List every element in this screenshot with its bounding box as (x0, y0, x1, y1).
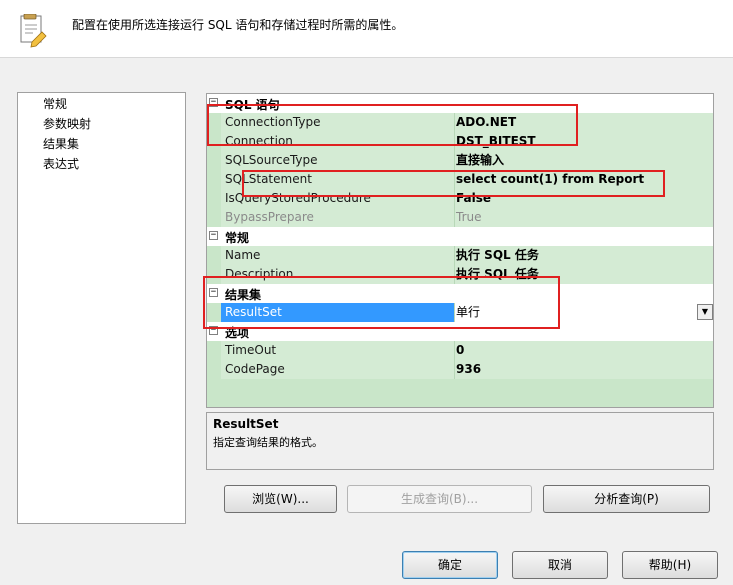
category-options[interactable]: − 选项 (207, 322, 713, 341)
property-name: Name (221, 246, 454, 265)
nav-item-general[interactable]: 常规 (43, 96, 67, 112)
property-name: SQLSourceType (221, 151, 454, 170)
category-general[interactable]: − 常规 (207, 227, 713, 246)
collapse-icon[interactable]: − (209, 326, 218, 335)
property-name: IsQueryStoredProcedure (221, 189, 454, 208)
nav-item-expressions[interactable]: 表达式 (43, 156, 79, 172)
chevron-down-icon[interactable]: ▼ (697, 304, 713, 320)
property-value[interactable]: DST_BITEST (455, 132, 713, 151)
property-name: Description (221, 265, 454, 284)
property-name: ConnectionType (221, 113, 454, 132)
collapse-icon[interactable]: − (209, 231, 218, 240)
property-row-isquerystoredprocedure[interactable]: IsQueryStoredProcedure False (207, 189, 713, 208)
dialog-header: 配置在使用所选连接运行 SQL 语句和存储过程时所需的属性。 (0, 0, 733, 58)
header-description: 配置在使用所选连接运行 SQL 语句和存储过程时所需的属性。 (72, 18, 404, 32)
property-name: CodePage (221, 360, 454, 379)
property-value[interactable]: False (455, 189, 713, 208)
property-value[interactable]: ADO.NET (455, 113, 713, 132)
category-sql-statement[interactable]: − SQL 语句 (207, 94, 713, 113)
resultset-select[interactable]: 单行 ▼ (455, 303, 713, 322)
property-value[interactable]: 0 (455, 341, 713, 360)
property-row-sqlstatement[interactable]: SQLStatement select count(1) from Report (207, 170, 713, 189)
category-label: SQL 语句 (225, 98, 280, 112)
property-name: SQLStatement (221, 170, 454, 189)
property-row-connectiontype[interactable]: ConnectionType ADO.NET (207, 113, 713, 132)
property-value[interactable]: select count(1) from Report (455, 170, 713, 189)
property-grid: − SQL 语句 ConnectionType ADO.NET Connecti… (206, 93, 714, 408)
ok-button[interactable]: 确定 (402, 551, 498, 579)
property-value[interactable]: 直接输入 (455, 151, 713, 170)
nav-item-parameter-mapping[interactable]: 参数映射 (43, 116, 91, 132)
nav-item-result-set[interactable]: 结果集 (43, 136, 79, 152)
task-properties-icon (20, 14, 47, 48)
property-value[interactable]: 执行 SQL 任务 (455, 265, 713, 284)
collapse-icon[interactable]: − (209, 98, 218, 107)
property-name: BypassPrepare (221, 208, 454, 227)
property-row-name[interactable]: Name 执行 SQL 任务 (207, 246, 713, 265)
category-label: 结果集 (225, 288, 262, 302)
help-description: 指定查询结果的格式。 (213, 436, 323, 449)
property-row-sqlsourcetype[interactable]: SQLSourceType 直接输入 (207, 151, 713, 170)
property-value: True (455, 208, 713, 227)
property-name: Connection (221, 132, 454, 151)
cancel-button[interactable]: 取消 (512, 551, 608, 579)
category-result-set[interactable]: − 结果集 (207, 284, 713, 303)
property-value[interactable]: 936 (455, 360, 713, 379)
property-name: TimeOut (221, 341, 454, 360)
property-row-resultset[interactable]: ResultSet 单行 ▼ (207, 303, 713, 322)
property-name: ResultSet (221, 303, 454, 322)
browse-button[interactable]: 浏览(W)... (224, 485, 337, 513)
property-value[interactable]: 执行 SQL 任务 (455, 246, 713, 265)
collapse-icon[interactable]: − (209, 288, 218, 297)
property-row-bypassprepare: BypassPrepare True (207, 208, 713, 227)
parse-query-button[interactable]: 分析查询(P) (543, 485, 710, 513)
page-navigation-list: 常规 参数映射 结果集 表达式 (17, 92, 186, 524)
build-query-button[interactable]: 生成查询(B)... (347, 485, 532, 513)
help-button[interactable]: 帮助(H) (622, 551, 718, 579)
property-row-timeout[interactable]: TimeOut 0 (207, 341, 713, 360)
category-label: 选项 (225, 326, 250, 340)
property-row-description[interactable]: Description 执行 SQL 任务 (207, 265, 713, 284)
category-label: 常规 (225, 231, 250, 245)
property-row-codepage[interactable]: CodePage 936 (207, 360, 713, 379)
help-title: ResultSet (213, 417, 279, 431)
resultset-select-value: 单行 (456, 305, 481, 319)
property-help-panel: ResultSet 指定查询结果的格式。 (206, 412, 714, 470)
property-row-connection[interactable]: Connection DST_BITEST (207, 132, 713, 151)
